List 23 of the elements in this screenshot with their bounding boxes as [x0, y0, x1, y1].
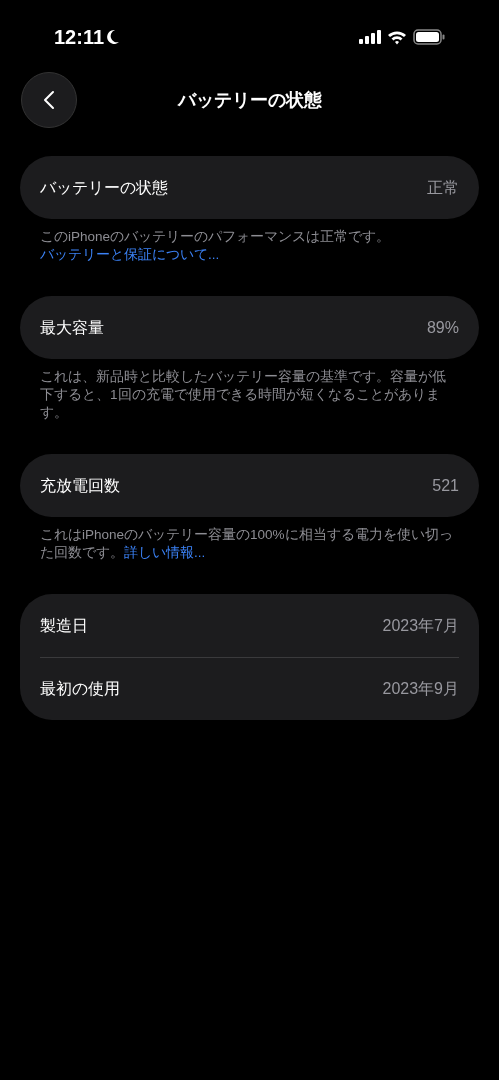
- back-button[interactable]: [21, 72, 77, 128]
- row-value: 89%: [426, 317, 459, 338]
- row-value: 2023年9月: [382, 679, 459, 699]
- row-value: 正常: [427, 177, 459, 198]
- status-time: 12:11: [54, 25, 105, 50]
- footnote: このiPhoneのバッテリーのパフォーマンスは正常です。 バッテリーと保証について...: [39, 228, 392, 264]
- footnote: これはiPhoneのバッテリー容量の100%に相当する電力を使い切った回数です。詳しい情報...: [39, 526, 454, 562]
- footnote: これは、新品時と比較したバッテリー容量の基準です。容量が低下すると、1回の充電で使用できる時間が短くなることがあります。: [39, 368, 447, 422]
- row-value: 521: [432, 475, 459, 496]
- row-label: 最大容量: [40, 317, 104, 338]
- battery-icon: [413, 29, 445, 45]
- page-title: バッテリーの状態: [177, 88, 322, 112]
- row-value: 2023年7月: [382, 615, 459, 636]
- info-link[interactable]: 詳しい情報...: [124, 545, 206, 560]
- moon-icon: [106, 29, 121, 45]
- info-link[interactable]: バッテリーと保証について...: [40, 247, 220, 262]
- row-label: バッテリーの状態: [40, 177, 168, 198]
- row-label: 充放電回数: [40, 475, 120, 496]
- wifi-icon: [387, 29, 407, 45]
- row-label: 製造日: [40, 615, 88, 636]
- back-chevron-icon: [43, 90, 55, 110]
- row-label: 最初の使用: [40, 679, 120, 699]
- signal-icon: [359, 30, 381, 44]
